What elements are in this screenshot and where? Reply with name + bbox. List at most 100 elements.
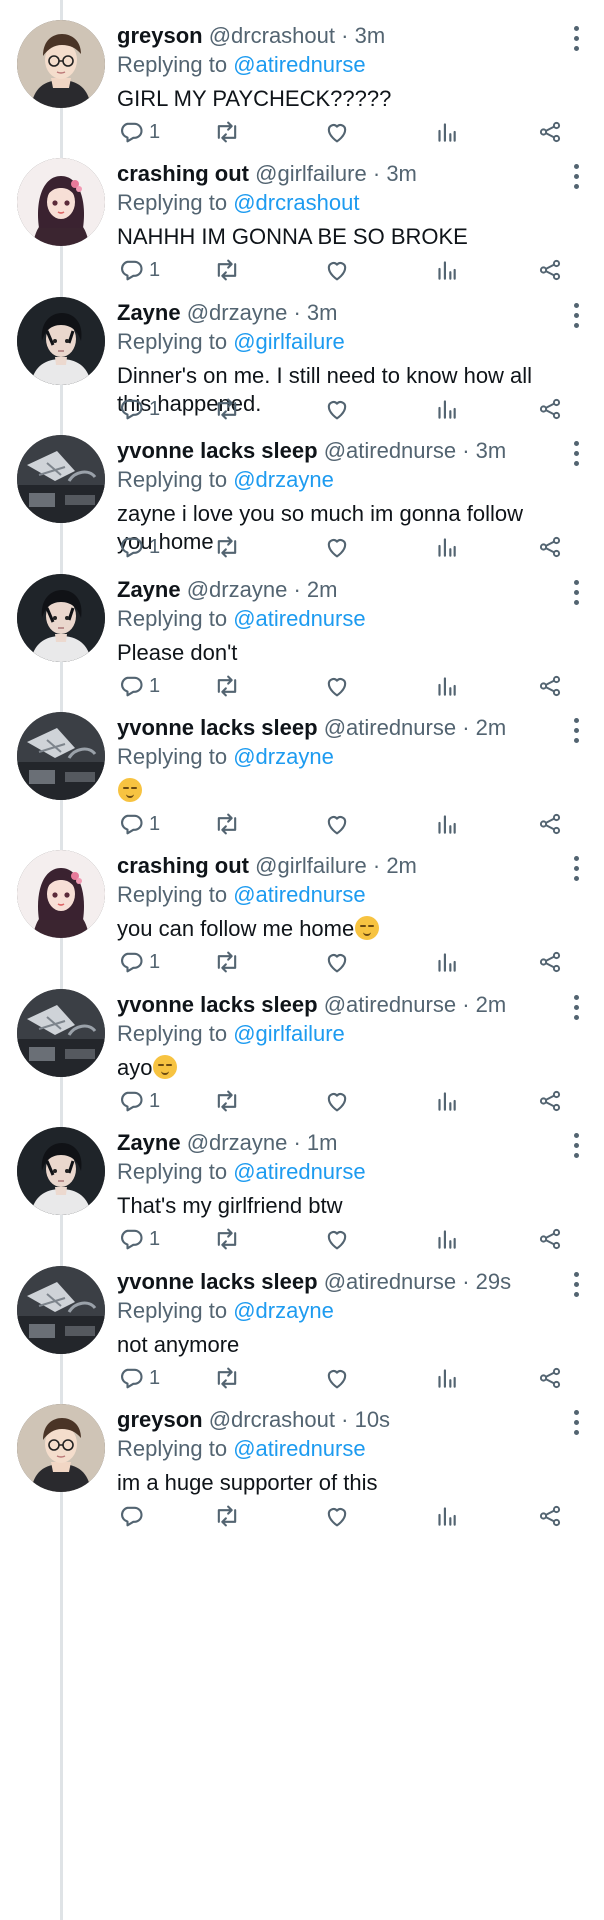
reply-to-handle[interactable]: @atirednurse (233, 606, 365, 631)
tweet-time[interactable]: · 29s (456, 1269, 511, 1294)
user-handle[interactable]: @atirednurse (324, 992, 456, 1017)
separator: · (462, 1269, 470, 1294)
more-options-icon[interactable] (572, 1410, 580, 1440)
tweet-header: crashing out @girlfailure · 3m (117, 160, 556, 188)
user-handle[interactable]: @drzayne (187, 300, 288, 325)
replying-to: Replying to @atirednurse (117, 1157, 556, 1186)
avatar[interactable] (17, 712, 105, 800)
user-handle[interactable]: @drcrashout (209, 1407, 335, 1432)
avatar[interactable] (17, 574, 105, 662)
display-name[interactable]: yvonne lacks sleep (117, 1269, 318, 1294)
tweet-text: NAHHH IM GONNA BE SO BROKE (117, 223, 556, 251)
more-options-icon[interactable] (572, 441, 580, 471)
display-name[interactable]: crashing out (117, 161, 249, 186)
avatar[interactable] (17, 1266, 105, 1354)
tweet-text-content: you can follow me home (117, 916, 355, 941)
more-options-icon[interactable] (572, 1133, 580, 1163)
views-button[interactable] (433, 1501, 459, 1531)
replying-to-label: Replying to (117, 1159, 228, 1184)
user-handle[interactable]: @girlfailure (255, 161, 367, 186)
reply-to-handle[interactable]: @girlfailure (233, 329, 345, 354)
user-handle[interactable]: @atirednurse (324, 715, 456, 740)
avatar[interactable] (17, 1404, 105, 1492)
display-name[interactable]: yvonne lacks sleep (117, 438, 318, 463)
like-button[interactable] (323, 1501, 351, 1531)
reply-to-handle[interactable]: @atirednurse (233, 1159, 365, 1184)
tweet-text-content: ayo (117, 1055, 153, 1080)
retweet-button[interactable] (213, 1501, 241, 1531)
more-options-icon[interactable] (572, 164, 580, 194)
timestamp: 3m (475, 438, 507, 463)
tweet-time[interactable]: · 2m (456, 992, 506, 1017)
display-name[interactable]: Zayne (117, 300, 181, 325)
tweet-time[interactable]: · 3m (335, 23, 385, 48)
reply-to-handle[interactable]: @atirednurse (233, 882, 365, 907)
avatar[interactable] (17, 158, 105, 246)
tweet-header: greyson @drcrashout · 10s (117, 1406, 556, 1434)
avatar[interactable] (17, 297, 105, 385)
timestamp: 3m (386, 161, 417, 186)
display-name[interactable]: greyson (117, 1407, 203, 1432)
display-name[interactable]: crashing out (117, 853, 249, 878)
tweet-text-content: That's my girlfriend btw (117, 1193, 343, 1218)
user-handle[interactable]: @atirednurse (324, 1269, 456, 1294)
user-handle[interactable]: @drzayne (187, 577, 288, 602)
more-options-icon[interactable] (572, 856, 580, 886)
reply-to-handle[interactable]: @drcrashout (233, 190, 359, 215)
replying-to: Replying to @girlfailure (117, 1019, 556, 1048)
tweet-time[interactable]: · 2m (287, 577, 337, 602)
timestamp: 3m (306, 300, 338, 325)
replying-to-label: Replying to (117, 467, 228, 492)
reply-to-handle[interactable]: @drzayne (233, 744, 334, 769)
user-handle[interactable]: @girlfailure (255, 853, 367, 878)
separator: · (341, 23, 349, 48)
tweet-time[interactable]: · 1m (287, 1130, 337, 1155)
user-handle[interactable]: @drzayne (187, 1130, 288, 1155)
timestamp: 2m (306, 577, 338, 602)
more-options-icon[interactable] (572, 303, 580, 333)
avatar[interactable] (17, 435, 105, 523)
tweet-text-content: NAHHH IM GONNA BE SO BROKE (117, 224, 468, 249)
reply-to-handle[interactable]: @drzayne (233, 467, 334, 492)
tweet-time[interactable]: · 10s (335, 1407, 390, 1432)
tweet-time[interactable]: · 3m (287, 300, 337, 325)
display-name[interactable]: yvonne lacks sleep (117, 715, 318, 740)
reply-to-handle[interactable]: @atirednurse (233, 1436, 365, 1461)
display-name[interactable]: Zayne (117, 1130, 181, 1155)
tweet[interactable]: greyson @drcrashout · 10s Replying to @at… (0, 1384, 604, 1553)
reply-to-handle[interactable]: @atirednurse (233, 52, 365, 77)
display-name[interactable]: Zayne (117, 577, 181, 602)
replying-to: Replying to @drzayne (117, 1296, 556, 1325)
tweet-text: not anymore (117, 1331, 556, 1359)
user-handle[interactable]: @atirednurse (324, 438, 456, 463)
more-options-icon[interactable] (572, 718, 580, 748)
reply-button[interactable] (117, 1501, 149, 1531)
user-handle[interactable]: @drcrashout (209, 23, 335, 48)
timestamp: 2m (386, 853, 417, 878)
more-options-icon[interactable] (572, 995, 580, 1025)
views-icon (433, 1503, 459, 1529)
avatar[interactable] (17, 20, 105, 108)
tweet-header: yvonne lacks sleep @atirednurse · 29s (117, 1268, 556, 1296)
tweet-time[interactable]: · 2m (367, 853, 417, 878)
display-name[interactable]: greyson (117, 23, 203, 48)
tweet-text (117, 777, 556, 805)
reply-to-handle[interactable]: @drzayne (233, 1298, 334, 1323)
more-options-icon[interactable] (572, 26, 580, 56)
tweet-time[interactable]: · 3m (367, 161, 417, 186)
avatar[interactable] (17, 850, 105, 938)
tweet-time[interactable]: · 2m (456, 715, 506, 740)
tweet-text-content: im a huge supporter of this (117, 1470, 378, 1495)
share-button[interactable] (537, 1501, 563, 1531)
avatar[interactable] (17, 989, 105, 1077)
more-options-icon[interactable] (572, 1272, 580, 1302)
display-name[interactable]: yvonne lacks sleep (117, 992, 318, 1017)
reply-to-handle[interactable]: @girlfailure (233, 1021, 345, 1046)
share-icon (537, 1503, 563, 1529)
avatar[interactable] (17, 1127, 105, 1215)
replying-to-label: Replying to (117, 1021, 228, 1046)
tweet-text-content: Please don't (117, 640, 238, 665)
tweet-time[interactable]: · 3m (456, 438, 506, 463)
replying-to-label: Replying to (117, 329, 228, 354)
more-options-icon[interactable] (572, 580, 580, 610)
